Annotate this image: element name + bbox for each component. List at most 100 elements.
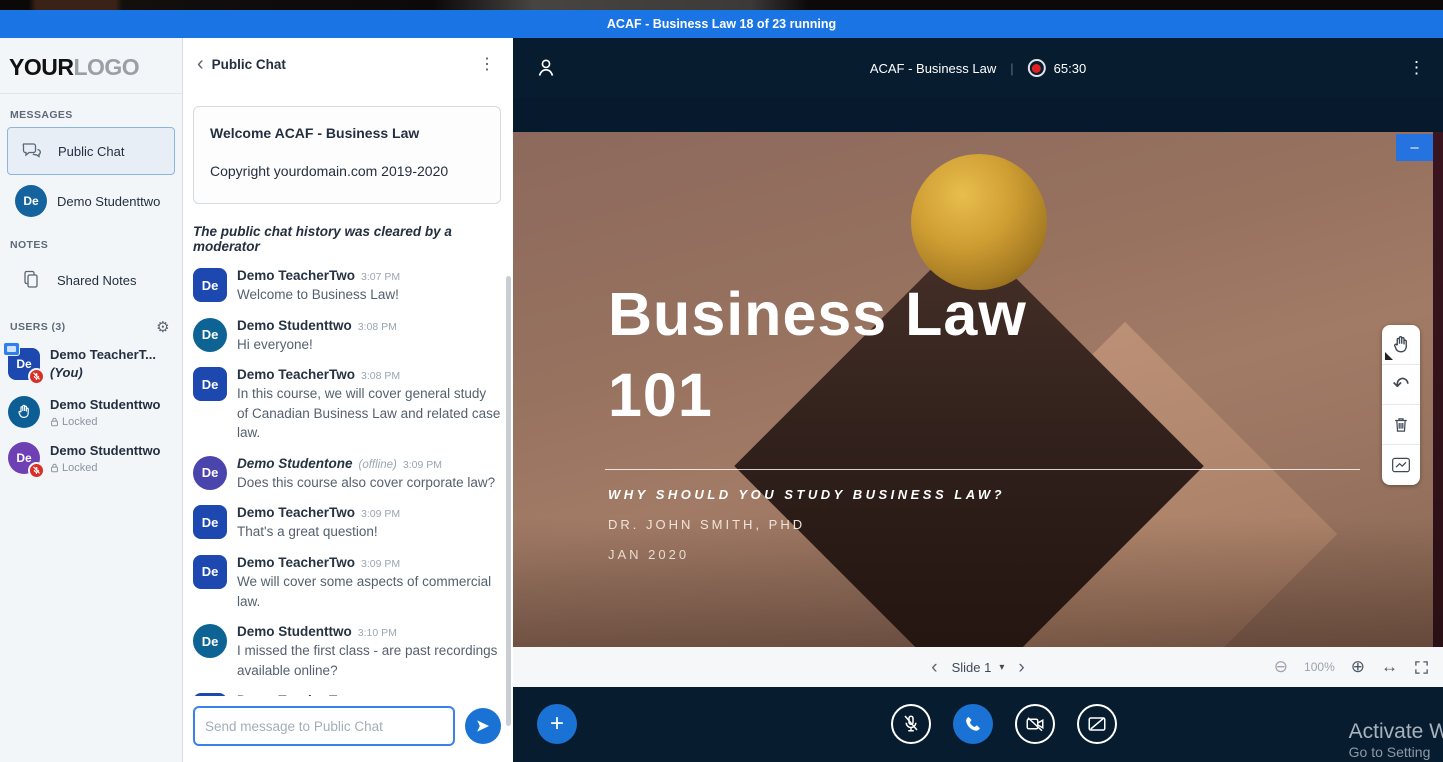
action-bar: + <box>513 687 1443 762</box>
messages-label-text: MESSAGES <box>10 109 73 121</box>
sidebar-item-public-chat[interactable]: Public Chat <box>7 127 175 175</box>
slide-right-edge <box>1433 132 1443 647</box>
av-controls <box>891 704 1117 744</box>
chat-message: De Demo Studenttwo 3:08 PM Hi everyone! <box>193 318 501 355</box>
hand-tool-button[interactable] <box>1382 325 1420 365</box>
avatar: De <box>193 693 227 696</box>
fit-width-icon[interactable]: ↔ <box>1381 657 1398 677</box>
zoom-controls: ⊖ 100% ⊕ ↔ <box>1274 657 1429 677</box>
sidebar-item-shared-notes[interactable]: Shared Notes <box>7 257 175 303</box>
recording-indicator[interactable]: 65:30 <box>1028 59 1087 77</box>
message-offline-label: (offline) <box>359 459 397 471</box>
whiteboard-toolbar: ↶ <box>1382 325 1420 485</box>
plus-icon: + <box>550 710 564 738</box>
lock-icon <box>50 417 59 427</box>
share-screen-button[interactable] <box>1077 704 1117 744</box>
dm-name: Demo Studenttwo <box>57 194 160 209</box>
raised-hand-icon <box>16 404 32 420</box>
message-time: 3:08 PM <box>361 370 400 382</box>
phone-icon <box>964 715 982 733</box>
user-name: Demo TeacherT... <box>50 347 156 362</box>
message-sender-name: Demo TeacherTwo <box>237 505 355 520</box>
banner-title: ACAF - Business Law 18 of 23 running <box>607 17 836 31</box>
message-sender-name: Demo Studenttwo <box>237 624 352 639</box>
avatar: De <box>193 555 227 589</box>
slide-canvas[interactable]: Business Law 101 WHY SHOULD YOU STUDY BU… <box>513 132 1433 647</box>
user-name: Demo Studenttwo <box>50 397 161 412</box>
share-webcam-button[interactable] <box>1015 704 1055 744</box>
multi-user-whiteboard-button[interactable] <box>1382 445 1420 485</box>
chat-back-icon[interactable]: ‹ <box>197 57 204 71</box>
user-list-item[interactable]: De Demo Studenttwo <box>8 442 174 474</box>
message-sender-name: Demo TeacherTwo <box>237 268 355 283</box>
slide-subtitle: WHY SHOULD YOU STUDY BUSINESS LAW? <box>608 487 1005 502</box>
chat-title: Public Chat <box>212 57 467 72</box>
slide-select-dropdown[interactable]: Slide 1 ▾ <box>952 660 1005 675</box>
zoom-in-icon[interactable]: ⊕ <box>1351 657 1365 677</box>
undo-annotation-button[interactable]: ↶ <box>1382 365 1420 405</box>
muted-mic-badge-icon <box>28 368 45 385</box>
muted-mic-badge-icon <box>28 462 45 479</box>
avatar: De <box>8 442 40 474</box>
browser-remnant-strip <box>0 0 1443 10</box>
users-section-label: USERS (3) ⚙ <box>10 318 170 336</box>
slide-art-floor-shade <box>513 517 1433 647</box>
user-list-item[interactable]: Demo Studenttwo Locked <box>8 396 174 428</box>
slide-controls-bar: ‹ Slide 1 ▾ › ⊖ 100% ⊕ ↔ <box>513 647 1443 687</box>
minimize-presentation-button[interactable]: – <box>1396 134 1433 161</box>
sidebar-item-dm-demo-studenttwo[interactable]: De Demo Studenttwo <box>7 178 175 224</box>
chat-options-kebab-icon[interactable]: ⋮ <box>475 54 499 74</box>
users-label-text: USERS (3) <box>10 321 66 333</box>
chat-message-input[interactable] <box>193 706 455 746</box>
chat-message: De Demo Studentone (offline) 3:09 PM Doe… <box>193 456 501 493</box>
meeting-banner: ACAF - Business Law 18 of 23 running <box>0 10 1443 38</box>
next-slide-icon[interactable]: › <box>1018 658 1024 677</box>
recording-timer: 65:30 <box>1054 61 1087 76</box>
unmute-microphone-button[interactable] <box>891 704 931 744</box>
message-sender-name: Demo TeacherTwo <box>237 555 355 570</box>
previous-slide-icon[interactable]: ‹ <box>931 658 937 677</box>
record-icon <box>1028 59 1046 77</box>
manage-users-gear-icon[interactable]: ⚙ <box>156 318 170 336</box>
lock-icon <box>50 463 59 473</box>
user-list-item[interactable]: De Demo TeacherT... (You) <box>8 346 174 382</box>
chat-welcome-card: Welcome ACAF - Business Law Copyright yo… <box>193 106 501 204</box>
screenshare-off-icon <box>1087 714 1107 734</box>
presenter-badge-icon <box>3 342 20 356</box>
caret-down-icon: ▾ <box>999 662 1004 673</box>
windows-activation-watermark: Activate W Go to Setting <box>1349 720 1443 760</box>
trash-icon <box>1392 416 1410 434</box>
chat-scrollbar[interactable] <box>506 276 511 726</box>
avatar: De <box>193 367 227 401</box>
message-sender-name: Demo Studentone <box>237 456 353 471</box>
message-time: 3:07 PM <box>361 271 400 283</box>
leave-audio-button[interactable] <box>953 704 993 744</box>
actions-plus-button[interactable]: + <box>537 704 577 744</box>
user-avatar-icon[interactable] <box>535 57 557 79</box>
chat-message: De Demo TeacherTwo 3:08 PM In this cours… <box>193 367 501 443</box>
presentation-header: ACAF - Business Law | 65:30 ⋮ <box>513 38 1443 98</box>
whiteboard-chart-icon <box>1391 456 1411 474</box>
user-name: Demo Studenttwo <box>50 443 161 458</box>
clear-annotations-button[interactable] <box>1382 405 1420 445</box>
message-text: Welcome to Business Law! <box>237 285 400 305</box>
message-time: 3:09 PM <box>361 558 400 570</box>
bigbluebutton-app: ACAF - Business Law 18 of 23 running YOU… <box>0 0 1443 762</box>
user-list: De Demo TeacherT... (You) <box>0 346 182 474</box>
zoom-level: 100% <box>1304 660 1335 674</box>
send-message-button[interactable] <box>465 708 501 744</box>
slide-date: JAN 2020 <box>608 547 689 562</box>
messages-section-label: MESSAGES <box>10 109 170 121</box>
welcome-title: Welcome ACAF - Business Law <box>210 125 484 141</box>
avatar: De <box>8 348 40 380</box>
public-chat-panel: ‹ Public Chat ⋮ Welcome ACAF - Business … <box>183 38 513 762</box>
message-time: 3:10 PM <box>358 627 397 639</box>
fullscreen-icon[interactable] <box>1414 660 1429 675</box>
notes-section-label: NOTES <box>10 239 170 251</box>
presentation-area: ACAF - Business Law | 65:30 ⋮ <box>513 38 1443 762</box>
chat-input-row <box>183 696 513 762</box>
notes-label-text: NOTES <box>10 239 48 251</box>
zoom-out-icon[interactable]: ⊖ <box>1274 657 1288 677</box>
avatar-initials: De <box>23 194 38 208</box>
options-kebab-icon[interactable]: ⋮ <box>1408 58 1425 78</box>
